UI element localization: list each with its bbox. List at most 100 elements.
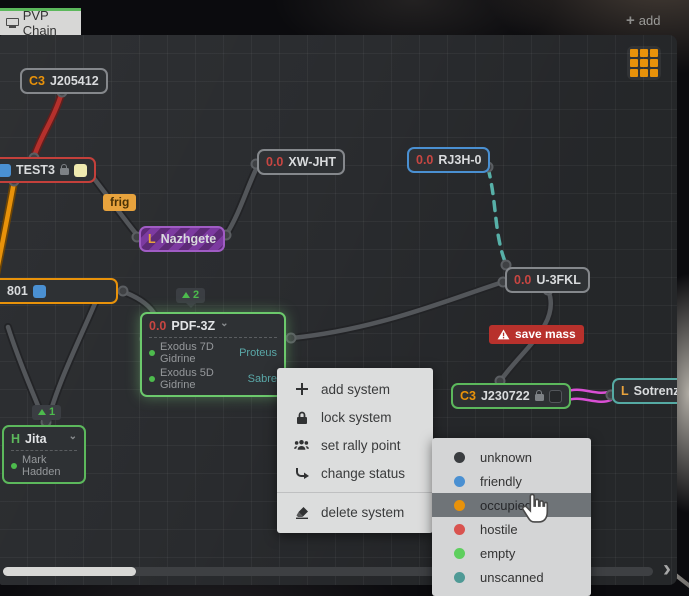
pilot-name: Mark Hadden bbox=[22, 454, 77, 478]
system-class: C3 bbox=[29, 74, 45, 88]
system-node-j230722[interactable]: C3 J230722 bbox=[451, 383, 571, 409]
warning-icon bbox=[497, 329, 510, 340]
menu-item-delete-system[interactable]: delete system bbox=[277, 498, 433, 526]
eraser-icon bbox=[294, 506, 309, 519]
system-class: L bbox=[621, 384, 629, 398]
status-dot-icon bbox=[454, 548, 465, 559]
system-class: H bbox=[11, 432, 20, 446]
pilot-count-badge: 2 bbox=[176, 288, 205, 303]
note-square-icon bbox=[74, 164, 87, 177]
wormhole-size-label[interactable]: frig bbox=[103, 194, 136, 211]
menu-item-lock-system[interactable]: lock system bbox=[277, 403, 433, 431]
status-label: unscanned bbox=[480, 570, 544, 585]
chevron-right-icon[interactable]: › bbox=[663, 557, 671, 581]
pilot-count: 2 bbox=[193, 289, 199, 301]
ship-type: Proteus bbox=[239, 347, 277, 359]
system-node-pdf-3z[interactable]: 0.0 PDF-3Z ⌄ Exodus 7D Gidrine Proteus E… bbox=[140, 312, 286, 397]
lock-icon bbox=[60, 168, 69, 175]
status-dot-icon bbox=[454, 476, 465, 487]
system-node-test3[interactable]: TEST3 bbox=[0, 157, 96, 183]
pilot-name: Exodus 5D Gidrine bbox=[160, 367, 243, 391]
system-name: Jita bbox=[25, 432, 47, 446]
pilot-count: 1 bbox=[49, 406, 55, 418]
system-node-j205412[interactable]: C3 J205412 bbox=[20, 68, 108, 94]
chevron-down-icon[interactable]: ⌄ bbox=[69, 431, 77, 442]
pilot-name: Exodus 7D Gidrine bbox=[160, 341, 234, 365]
menu-item-label: add system bbox=[321, 382, 390, 397]
pilot-count-badge: 1 bbox=[32, 405, 61, 420]
change-status-submenu: unknown friendly occupied hostile empty … bbox=[432, 438, 591, 596]
status-item-friendly[interactable]: friendly bbox=[432, 469, 591, 493]
lock-icon bbox=[535, 394, 544, 401]
status-item-unknown[interactable]: unknown bbox=[432, 445, 591, 469]
system-class: L bbox=[148, 232, 156, 246]
status-square-icon bbox=[0, 164, 11, 177]
arrow-up-icon bbox=[38, 409, 46, 415]
add-map-button[interactable]: + add bbox=[626, 13, 660, 28]
status-item-empty[interactable]: empty bbox=[432, 541, 591, 565]
plus-icon: + bbox=[626, 13, 635, 28]
frig-label: frig bbox=[110, 195, 129, 209]
system-node-jita[interactable]: H Jita ⌄ Mark Hadden bbox=[2, 425, 86, 484]
status-label: unknown bbox=[480, 450, 532, 465]
status-dot-icon bbox=[454, 524, 465, 535]
tab-label: PVP Chain bbox=[23, 8, 75, 38]
menu-item-label: delete system bbox=[321, 505, 404, 520]
status-item-hostile[interactable]: hostile bbox=[432, 517, 591, 541]
save-mass-warning[interactable]: save mass bbox=[489, 325, 584, 344]
status-item-occupied[interactable]: occupied bbox=[432, 493, 591, 517]
menu-item-change-status[interactable]: change status bbox=[277, 459, 433, 487]
online-dot-icon bbox=[149, 376, 155, 382]
security-status: 0.0 bbox=[149, 319, 166, 333]
menu-item-label: lock system bbox=[321, 410, 392, 425]
online-dot-icon bbox=[149, 350, 155, 356]
system-name: J205412 bbox=[50, 74, 99, 88]
security-status: 0.0 bbox=[416, 153, 433, 167]
system-name: U-3FKL bbox=[536, 273, 580, 287]
menu-item-label: set rally point bbox=[321, 438, 401, 453]
system-name: PDF-3Z bbox=[171, 319, 215, 333]
system-node-801[interactable]: 801 bbox=[0, 278, 118, 304]
users-icon bbox=[294, 439, 309, 451]
system-context-menu: add system lock system set rally point c… bbox=[277, 368, 433, 533]
status-label: friendly bbox=[480, 474, 522, 489]
pilot-row: Exodus 7D Gidrine Proteus bbox=[149, 341, 277, 365]
system-node-sotrenz[interactable]: L Sotrenz bbox=[612, 378, 677, 404]
security-status: 0.0 bbox=[514, 273, 531, 287]
online-dot-icon bbox=[11, 463, 17, 469]
menu-separator bbox=[277, 492, 433, 493]
status-square-icon bbox=[33, 285, 46, 298]
monitor-icon bbox=[6, 18, 17, 29]
menu-item-add-system[interactable]: add system bbox=[277, 375, 433, 403]
tab-pvp-chain[interactable]: PVP Chain bbox=[0, 8, 81, 35]
system-node-u-3fkl[interactable]: 0.0 U-3FKL bbox=[505, 267, 590, 293]
menu-item-set-rally-point[interactable]: set rally point bbox=[277, 431, 433, 459]
chevron-down-icon[interactable]: ⌄ bbox=[220, 318, 228, 329]
add-label: add bbox=[639, 13, 661, 28]
curved-arrow-icon bbox=[294, 467, 309, 479]
system-class: C3 bbox=[460, 389, 476, 403]
system-name: Nazhgete bbox=[161, 232, 217, 246]
status-label: occupied bbox=[480, 498, 532, 513]
menu-item-label: change status bbox=[321, 466, 405, 481]
system-node-xw-jht[interactable]: 0.0 XW-JHT bbox=[257, 149, 345, 175]
lock-icon bbox=[294, 411, 309, 424]
status-dot-icon bbox=[454, 572, 465, 583]
scrollbar-thumb[interactable] bbox=[3, 567, 136, 576]
system-node-nazhgete[interactable]: L Nazhgete bbox=[139, 226, 225, 252]
system-name: XW-JHT bbox=[288, 155, 336, 169]
system-name: Sotrenz bbox=[634, 384, 677, 398]
grid-layout-button[interactable] bbox=[627, 46, 661, 80]
ship-type: Sabre bbox=[248, 373, 277, 385]
security-status: 0.0 bbox=[266, 155, 283, 169]
save-mass-label: save mass bbox=[515, 327, 576, 341]
pilot-row: Exodus 5D Gidrine Sabre bbox=[149, 367, 277, 391]
status-dot-icon bbox=[454, 500, 465, 511]
system-node-rj3h-0[interactable]: 0.0 RJ3H-0 bbox=[407, 147, 490, 173]
system-name: 801 bbox=[7, 284, 28, 298]
pilot-row: Mark Hadden bbox=[11, 454, 77, 478]
arrow-up-icon bbox=[182, 292, 190, 298]
status-square-icon bbox=[549, 390, 562, 403]
status-dot-icon bbox=[454, 452, 465, 463]
status-item-unscanned[interactable]: unscanned bbox=[432, 565, 591, 589]
